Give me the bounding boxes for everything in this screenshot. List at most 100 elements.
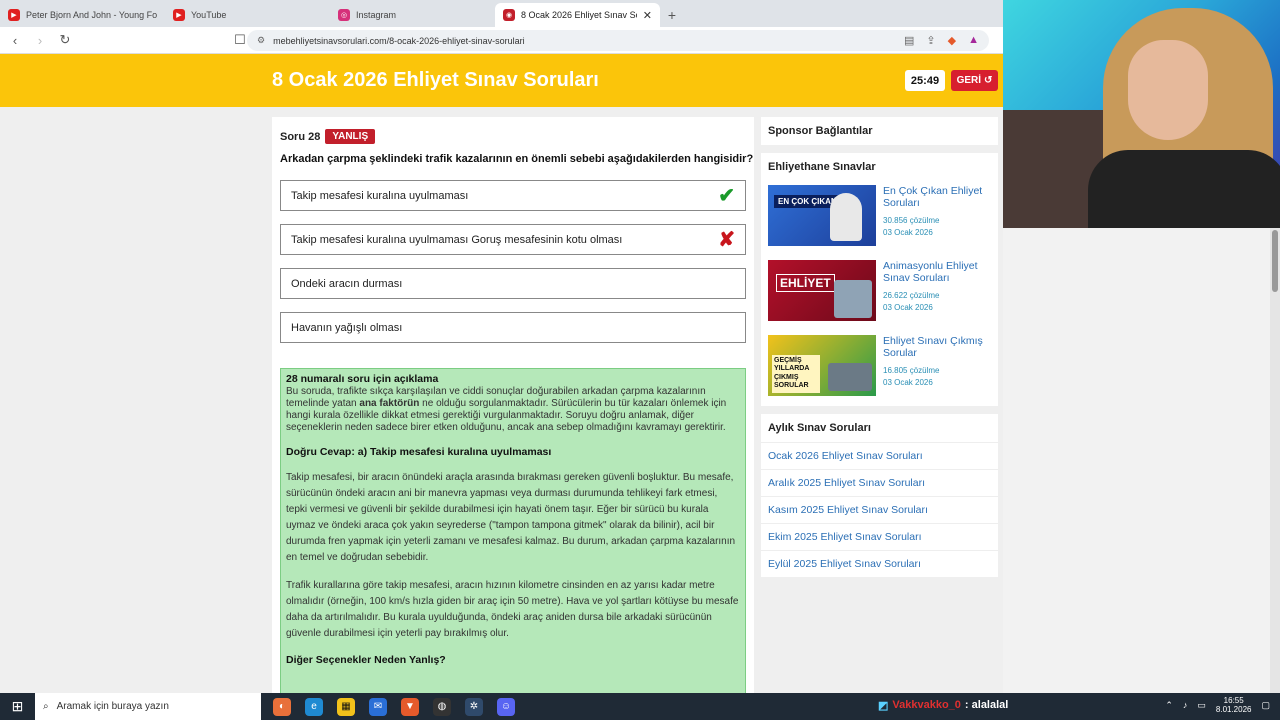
share-icon[interactable]: ⇪ [926, 34, 935, 47]
page-scrollbar[interactable] [1270, 228, 1280, 693]
explanation-paragraph: Trafik kurallarına göre takip mesafesi, … [286, 580, 739, 640]
windows-taskbar: ⊞ ⌕ Aramak için buraya yazın ◐ e ▦ ✉ ▼ ◍… [0, 693, 1280, 720]
monthly-link[interactable]: Ekim 2025 Ehliyet Sınav Soruları [761, 523, 998, 550]
taskbar-search[interactable]: ⌕ Aramak için buraya yazın [35, 693, 261, 720]
traffic-scene [828, 363, 872, 391]
forward-arrow-icon[interactable]: › [30, 33, 50, 48]
correct-answer-heading: Doğru Cevap: a) Takip mesafesi kuralına … [286, 445, 552, 458]
explanation-box: 28 numaralı soru için açıklama Bu soruda… [280, 368, 746, 693]
copilot-icon[interactable]: ◐ [273, 697, 291, 716]
reader-icon[interactable]: ▤ [904, 34, 914, 47]
person-shirt [1088, 150, 1280, 228]
exam-card[interactable]: EN ÇOK ÇIKAN En Çok Çıkan Ehliyet Sorula… [761, 181, 998, 256]
discord-icon[interactable]: ☺ [497, 697, 515, 716]
exam-thumbnail[interactable]: EHLİYET [768, 260, 876, 321]
webcam-overlay [1003, 0, 1280, 228]
new-tab-button[interactable]: + [660, 3, 684, 27]
monthly-link[interactable]: Eylül 2025 Ehliyet Sınav Soruları [761, 550, 998, 577]
sponsor-panel: Sponsor Bağlantılar [761, 117, 998, 145]
address-bar-row: ‹ › ↻ ☐ ⚙ mebehliyetsinavsorulari.com/8-… [0, 27, 1003, 54]
monthly-panel: Aylık Sınav Soruları Ocak 2026 Ehliyet S… [761, 414, 998, 577]
close-tab-icon[interactable]: ✕ [643, 9, 652, 22]
student-figure [830, 193, 862, 241]
monthly-link[interactable]: Ocak 2026 Ehliyet Sınav Soruları [761, 442, 998, 469]
answer-option-b[interactable]: Takip mesafesi kuralına uyulmaması Goruş… [280, 224, 746, 255]
tab-title: Peter Bjorn And John - Young Folks [26, 10, 157, 20]
blank-area [1003, 228, 1280, 693]
scrollbar-thumb[interactable] [1272, 230, 1278, 292]
windows-start-icon[interactable]: ⊞ [0, 693, 35, 720]
question-header: Soru 28 YANLIŞ [280, 129, 376, 144]
youtube-icon: ▶ [8, 9, 20, 21]
exam-thumbnail[interactable]: GEÇMİŞ YILLARDA ÇIKMIŞ SORULAR [768, 335, 876, 396]
tab-young-folks[interactable]: ▶ Peter Bjorn And John - Young Folks [0, 3, 165, 27]
check-icon: ✔ [718, 185, 735, 207]
exam-info: Ehliyet Sınavı Çıkmış Sorular 16.805 çöz… [883, 335, 992, 402]
exam-meta: 26.622 çözülme 03 Ocak 2026 [883, 290, 992, 314]
monthly-link[interactable]: Kasım 2025 Ehliyet Sınav Soruları [761, 496, 998, 523]
clock[interactable]: 16:55 8.01.2026 [1216, 696, 1252, 714]
thumbnail-label: EHLİYET [776, 274, 835, 292]
system-tray: ⌃ ♪ ▭ 16:55 8.01.2026 ▢ [1165, 696, 1270, 714]
tab-title: 8 Ocak 2026 Ehliyet Sınav Sor [521, 10, 637, 20]
monthly-link[interactable]: Aralık 2025 Ehliyet Sınav Soruları [761, 469, 998, 496]
cross-icon: ✘ [718, 229, 735, 251]
search-placeholder: Aramak için buraya yazın [56, 701, 169, 712]
site-info-icon[interactable]: ⚙ [257, 35, 265, 46]
clock-date: 8.01.2026 [1215, 705, 1252, 715]
question-number: Soru 28 [280, 130, 321, 143]
answer-option-c[interactable]: Ondeki aracın durması [280, 268, 746, 299]
exam-date: 03 Ocak 2026 [883, 303, 933, 313]
exam-card[interactable]: EHLİYET Animasyonlu Ehliyet Sınav Sorula… [761, 256, 998, 331]
question-card: Soru 28 YANLIŞ Arkadan çarpma şeklindeki… [272, 117, 754, 693]
back-button[interactable]: GERİ ↺ [951, 70, 998, 91]
volume-icon[interactable]: ♪ [1183, 700, 1188, 710]
answer-option-a[interactable]: Takip mesafesi kuralına uyulmaması ✔ [280, 180, 746, 211]
explanation-intro: Bu soruda, trafikte sıkça karşılaşılan v… [286, 385, 727, 433]
solve-count: 26.622 çözülme [883, 291, 940, 301]
clock-time: 16:55 [1223, 696, 1244, 705]
solve-count: 30.856 çözülme [883, 216, 940, 226]
network-icon[interactable]: ▭ [1197, 700, 1206, 711]
exam-thumbnail[interactable]: EN ÇOK ÇIKAN [768, 185, 876, 246]
edge-icon[interactable]: e [305, 697, 323, 716]
store-icon[interactable]: ▦ [337, 697, 355, 716]
back-arrow-icon[interactable]: ‹ [5, 33, 25, 48]
question-text: Arkadan çarpma şeklindeki trafik kazalar… [280, 153, 754, 165]
exam-timer: 25:49 [905, 70, 945, 91]
option-text: Havanın yağışlı olması [291, 321, 403, 334]
search-icon: ⌕ [43, 701, 49, 712]
exams-panel: Ehliyethane Sınavlar EN ÇOK ÇIKAN En Çok… [761, 153, 998, 406]
tab-youtube[interactable]: ▶ YouTube [165, 3, 330, 27]
explanation-paragraph: Takip mesafesi, bir aracın önündeki araç… [286, 472, 736, 564]
exam-title-link[interactable]: En Çok Çıkan Ehliyet Soruları [883, 185, 992, 209]
answer-option-d[interactable]: Havanın yağışlı olması [280, 312, 746, 343]
exams-title: Ehliyethane Sınavlar [768, 161, 876, 173]
exam-title-link[interactable]: Animasyonlu Ehliyet Sınav Soruları [883, 260, 992, 284]
chat-username: Vakkvakko_0 [892, 699, 961, 711]
exam-meta: 30.856 çözülme 03 Ocak 2026 [883, 215, 992, 239]
option-text: Takip mesafesi kuralına uyulmaması [291, 189, 469, 202]
reload-icon[interactable]: ↻ [55, 32, 75, 48]
browser-tab-bar: ▶ Peter Bjorn And John - Young Folks ▶ Y… [0, 0, 1003, 27]
chevron-up-icon[interactable]: ⌃ [1165, 700, 1173, 711]
sponsor-title: Sponsor Bağlantılar [768, 125, 873, 137]
rewards-icon[interactable]: ▲ [968, 34, 979, 47]
exam-date: 03 Ocak 2026 [883, 228, 933, 238]
url-field[interactable]: ⚙ mebehliyetsinavsorulari.com/8-ocak-202… [247, 30, 989, 51]
obs-icon[interactable]: ◍ [433, 697, 451, 716]
tab-instagram[interactable]: ◎ Instagram [330, 3, 495, 27]
notification-icon[interactable]: ▢ [1261, 700, 1270, 711]
tab-ehliyet-active[interactable]: ◉ 8 Ocak 2026 Ehliyet Sınav Sor ✕ [495, 3, 660, 27]
exam-info: Animasyonlu Ehliyet Sınav Soruları 26.62… [883, 260, 992, 327]
exam-title-link[interactable]: Ehliyet Sınavı Çıkmış Sorular [883, 335, 992, 359]
exam-card[interactable]: GEÇMİŞ YILLARDA ÇIKMIŞ SORULAR Ehliyet S… [761, 331, 998, 406]
tab-title: YouTube [191, 10, 227, 20]
url-text: mebehliyetsinavsorulari.com/8-ocak-2026-… [273, 35, 525, 46]
solve-count: 16.805 çözülme [883, 366, 940, 376]
brave-shield-icon[interactable]: ◆ [948, 34, 956, 47]
site-header: 8 Ocak 2026 Ehliyet Sınav Soruları [0, 54, 1003, 107]
steam-icon[interactable]: ✲ [465, 697, 483, 716]
mail-icon[interactable]: ✉ [369, 697, 387, 716]
brave-icon[interactable]: ▼ [401, 697, 419, 716]
